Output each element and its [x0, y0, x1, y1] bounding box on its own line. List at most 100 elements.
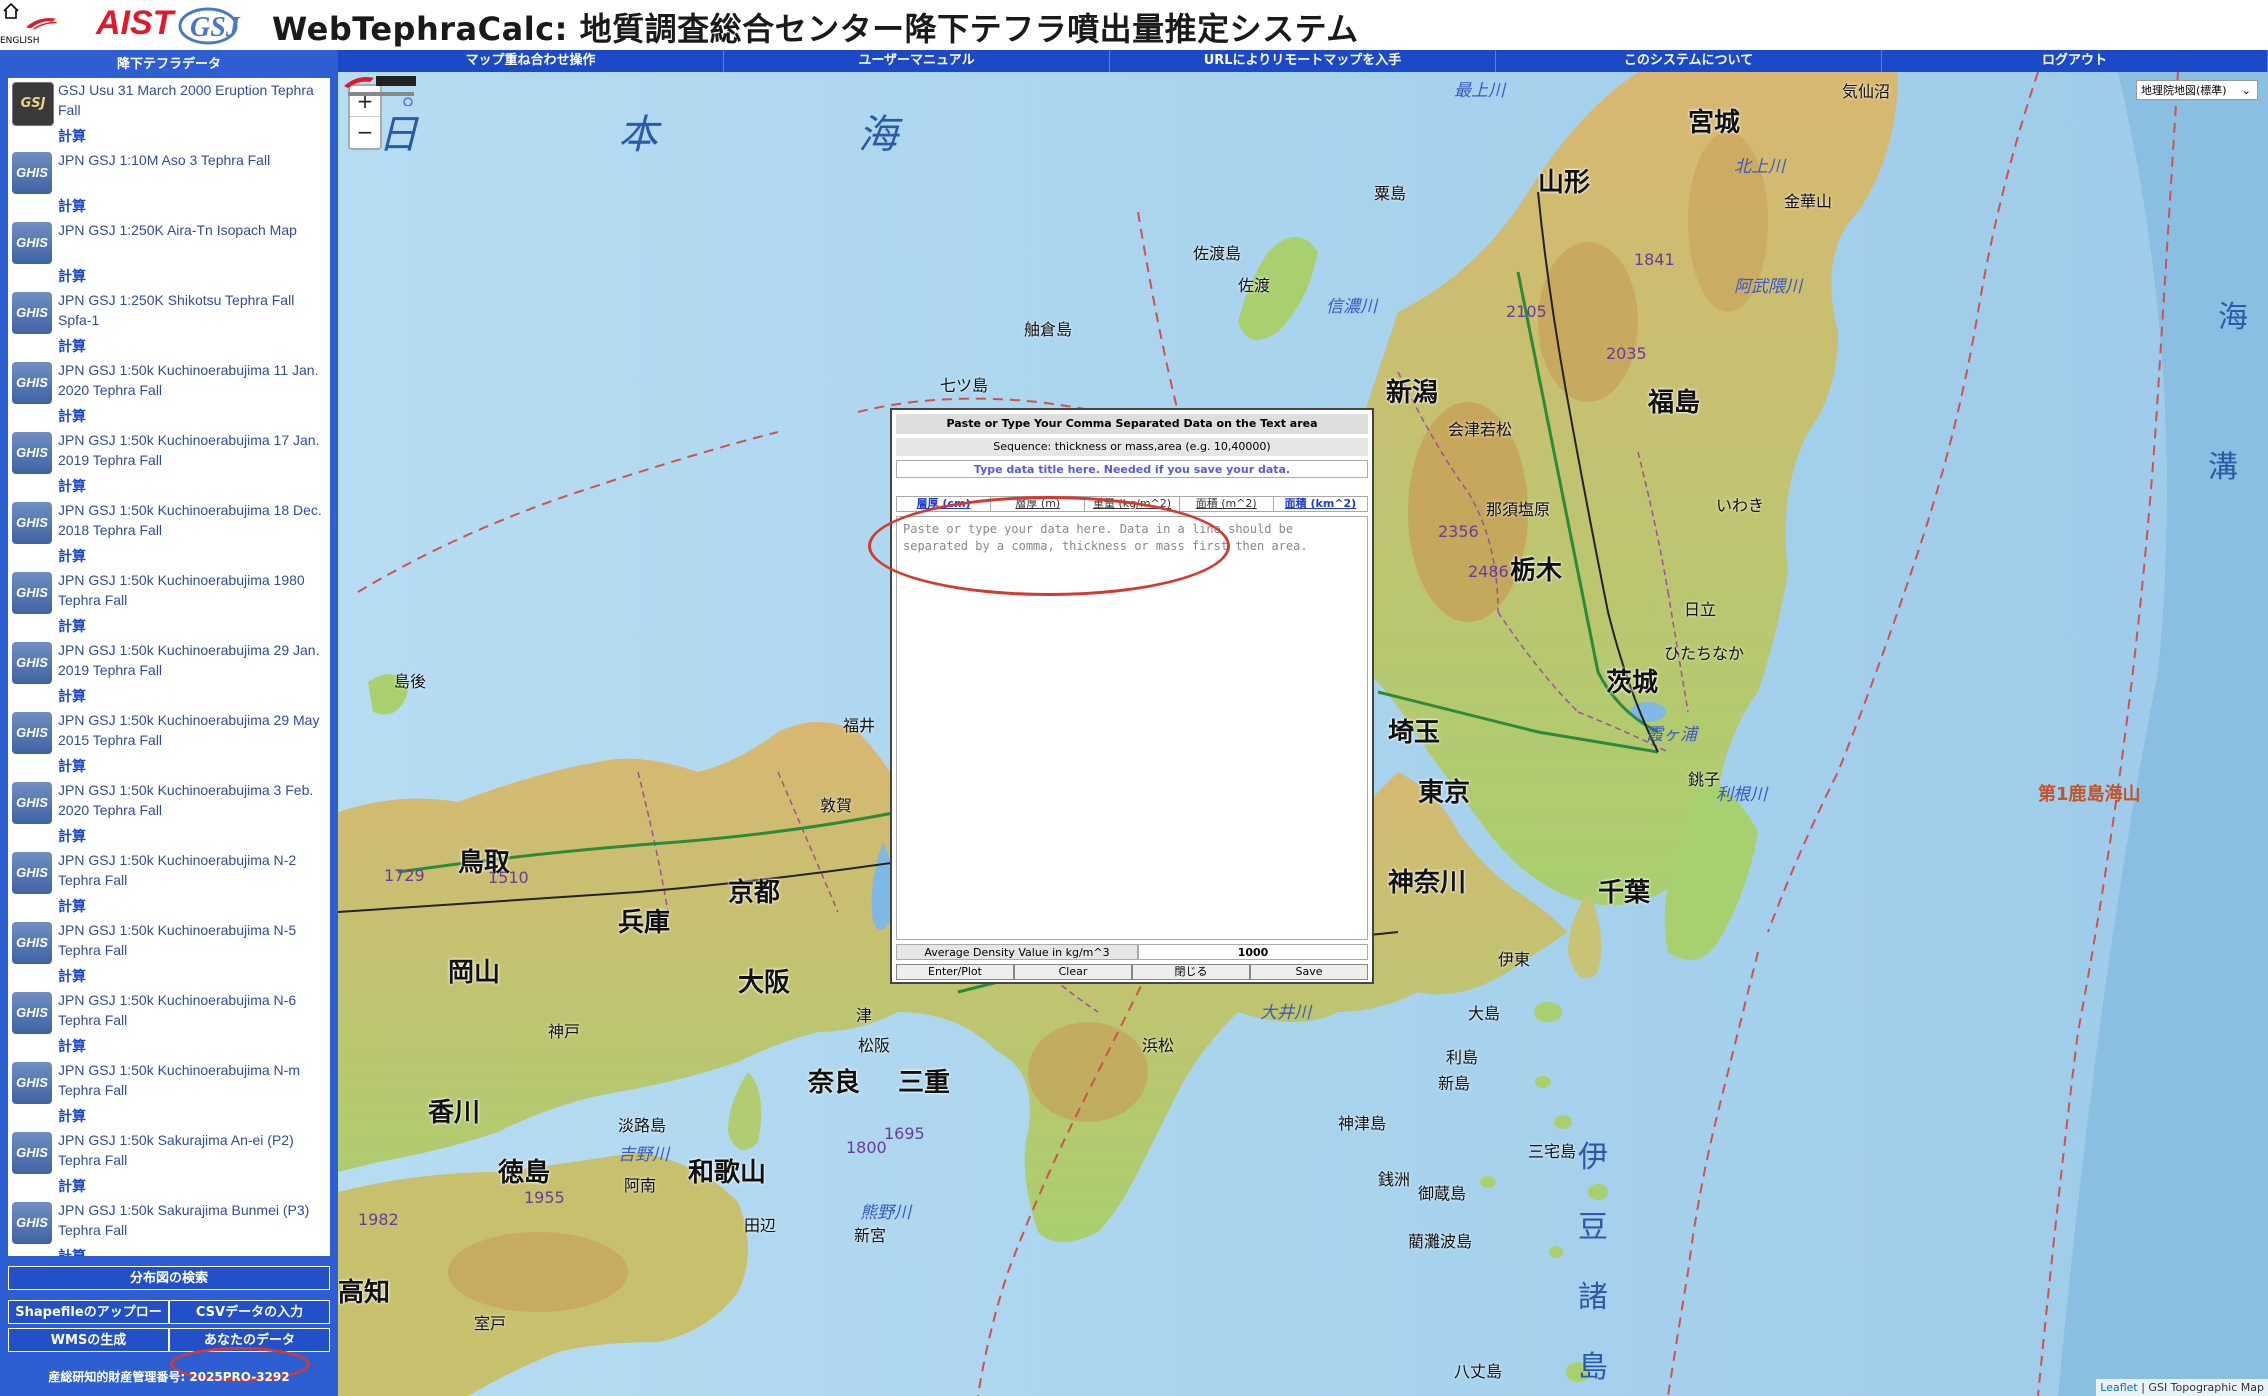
dataset-name-link[interactable]: JPN GSJ 1:50k Kuchinoerabujima N-m Tephr…	[58, 1060, 330, 1100]
place-label: 那須塩原	[1486, 500, 1551, 519]
dataset-name-link[interactable]: GSJ Usu 31 March 2000 Eruption Tephra Fa…	[58, 80, 330, 120]
dataset-item[interactable]: GHIS JPN GSJ 1:50k Kuchinoerabujima 29 Ja…	[8, 638, 330, 708]
dataset-item[interactable]: GHIS JPN GSJ 1:250K Aira-Tn Isopach Map 計算	[8, 218, 330, 288]
dataset-item[interactable]: GHIS JPN GSJ 1:50k Kuchinoerabujima N-m T…	[8, 1058, 330, 1128]
prefecture-label: 千葉	[1598, 878, 1651, 908]
calculate-link[interactable]: 計算	[58, 966, 86, 986]
calculate-link[interactable]: 計算	[58, 336, 86, 356]
dataset-name-link[interactable]: JPN GSJ 1:50k Kuchinoerabujima N-2 Tephr…	[58, 850, 330, 890]
dataset-list[interactable]: GSJ GSJ Usu 31 March 2000 Eruption Tephra…	[8, 78, 330, 1256]
dataset-item[interactable]: GHIS JPN GSJ 1:50k Kuchinoerabujima 11 Ja…	[8, 358, 330, 428]
unit-area-km2[interactable]: 面積 (km^2)	[1274, 497, 1367, 511]
enter-plot-button[interactable]: Enter/Plot	[896, 964, 1014, 980]
calculate-link[interactable]: 計算	[58, 826, 86, 846]
calculate-link[interactable]: 計算	[58, 476, 86, 496]
dataset-name-link[interactable]: JPN GSJ 1:50k Kuchinoerabujima 11 Jan. 2…	[58, 360, 330, 400]
dataset-item[interactable]: GHIS JPN GSJ 1:250K Shikotsu Tephra Fall …	[8, 288, 330, 358]
dataset-item[interactable]: GHIS JPN GSJ 1:50k Sakurajima An-ei (P2) …	[8, 1128, 330, 1198]
nav-user-manual[interactable]: ユーザーマニュアル	[724, 50, 1110, 72]
calculate-link[interactable]: 計算	[58, 896, 86, 916]
home-icon[interactable]	[2, 2, 20, 20]
nav-logout[interactable]: ログアウト	[1882, 50, 2268, 72]
dataset-item[interactable]: GSJ GSJ Usu 31 March 2000 Eruption Tephra…	[8, 78, 330, 148]
dataset-item[interactable]: GHIS JPN GSJ 1:10M Aso 3 Tephra Fall 計算	[8, 148, 330, 218]
dataset-item[interactable]: GHIS JPN GSJ 1:50k Kuchinoerabujima 18 De…	[8, 498, 330, 568]
place-label: 大島	[1468, 1004, 1501, 1023]
river-label: 大井川	[1260, 1003, 1311, 1023]
nav-remote-map-url[interactable]: URLによりリモートマップを入手	[1110, 50, 1496, 72]
sea-label: 海	[858, 112, 898, 158]
calculate-link[interactable]: 計算	[58, 1036, 86, 1056]
calculate-link[interactable]: 計算	[58, 546, 86, 566]
dataset-item[interactable]: GHIS JPN GSJ 1:50k Kuchinoerabujima 3 Feb…	[8, 778, 330, 848]
dataset-item[interactable]: GHIS JPN GSJ 1:50k Kuchinoerabujima 29 Ma…	[8, 708, 330, 778]
place-label: 利島	[1446, 1048, 1479, 1067]
ghis-dataset-icon: GHIS	[12, 922, 52, 964]
shapefile-upload-button[interactable]: Shapefileのアップロード	[8, 1300, 169, 1344]
base-layer-select[interactable]: 地理院地図(標準) ⌄	[2136, 80, 2258, 100]
calculate-link[interactable]: 計算	[58, 756, 86, 776]
dataset-name-link[interactable]: JPN GSJ 1:50k Kuchinoerabujima 18 Dec. 2…	[58, 500, 330, 540]
dataset-item[interactable]: GHIS JPN GSJ 1:50k Kuchinoerabujima N-6 T…	[8, 988, 330, 1058]
calculate-link[interactable]: 計算	[58, 1106, 86, 1126]
dataset-item[interactable]: GHIS JPN GSJ 1:50k Kuchinoerabujima N-2 T…	[8, 848, 330, 918]
ghis-dataset-icon: GHIS	[12, 992, 52, 1034]
mountain-label: 1729	[384, 866, 425, 885]
nav-map-overlay[interactable]: マップ重ね合わせ操作	[338, 50, 724, 72]
dataset-name-link[interactable]: JPN GSJ 1:50k Kuchinoerabujima 29 Jan. 2…	[58, 640, 330, 680]
dataset-name-link[interactable]: JPN GSJ 1:10M Aso 3 Tephra Fall	[58, 150, 330, 170]
sea-label: 海	[2218, 300, 2248, 335]
calculate-link[interactable]: 計算	[58, 1246, 86, 1256]
place-label: 佐渡	[1238, 276, 1271, 295]
prefecture-label: 和歌山	[688, 1158, 767, 1188]
mountain-label: 1841	[1634, 250, 1675, 269]
calculate-link[interactable]: 計算	[58, 406, 86, 426]
calculate-link[interactable]: 計算	[58, 686, 86, 706]
ghis-dataset-icon: GHIS	[12, 1202, 52, 1244]
close-button[interactable]: 閉じる	[1132, 964, 1250, 980]
dataset-name-link[interactable]: JPN GSJ 1:50k Kuchinoerabujima 17 Jan. 2…	[58, 430, 330, 470]
place-label: 福井	[843, 716, 876, 735]
dataset-name-link[interactable]: JPN GSJ 1:250K Aira-Tn Isopach Map	[58, 220, 330, 240]
dataset-item[interactable]: GHIS JPN GSJ 1:50k Sakurajima Bunmei (P3)…	[8, 1198, 330, 1256]
dataset-name-link[interactable]: JPN GSJ 1:50k Kuchinoerabujima N-5 Tephr…	[58, 920, 330, 960]
dataset-name-link[interactable]: JPN GSJ 1:50k Kuchinoerabujima 1980 Teph…	[58, 570, 330, 610]
ghis-dataset-icon: GHIS	[12, 292, 52, 334]
place-label: 淡路島	[618, 1116, 667, 1135]
dataset-name-link[interactable]: JPN GSJ 1:50k Sakurajima Bunmei (P3) Tep…	[58, 1200, 330, 1240]
dataset-item[interactable]: GHIS JPN GSJ 1:50k Kuchinoerabujima N-5 T…	[8, 918, 330, 988]
clear-button[interactable]: Clear	[1014, 964, 1132, 980]
dataset-name-link[interactable]: JPN GSJ 1:50k Kuchinoerabujima N-6 Tephr…	[58, 990, 330, 1030]
search-distribution-button[interactable]: 分布図の検索	[8, 1266, 330, 1290]
dataset-name-link[interactable]: JPN GSJ 1:50k Kuchinoerabujima 3 Feb. 20…	[58, 780, 330, 820]
dataset-item[interactable]: GHIS JPN GSJ 1:50k Kuchinoerabujima 17 Ja…	[8, 428, 330, 498]
gsj-logo-icon[interactable]: GSJ	[176, 2, 266, 46]
your-data-button[interactable]: あなたのデータ	[169, 1328, 330, 1352]
dataset-name-link[interactable]: JPN GSJ 1:250K Shikotsu Tephra Fall Spfa…	[58, 290, 330, 330]
prefecture-label: 神奈川	[1388, 868, 1467, 898]
aist-logo-icon[interactable]	[24, 4, 96, 42]
nav-about[interactable]: このシステムについて	[1496, 50, 1882, 72]
river-label: 北上川	[1734, 157, 1785, 177]
data-title-input[interactable]: Type data title here. Needed if you save…	[896, 460, 1368, 478]
csv-input-button[interactable]: CSVデータの入力	[169, 1300, 330, 1324]
calculate-link[interactable]: 計算	[58, 266, 86, 286]
leaflet-link[interactable]: Leaflet	[2100, 1381, 2137, 1394]
calculate-link[interactable]: 計算	[58, 196, 86, 216]
calculate-link[interactable]: 計算	[58, 126, 86, 146]
ghis-dataset-icon: GHIS	[12, 572, 52, 614]
dialog-title: Paste or Type Your Comma Separated Data …	[896, 414, 1368, 434]
dataset-name-link[interactable]: JPN GSJ 1:50k Kuchinoerabujima 29 May 20…	[58, 710, 330, 750]
dataset-name-link[interactable]: JPN GSJ 1:50k Sakurajima An-ei (P2) Teph…	[58, 1130, 330, 1170]
calculate-link[interactable]: 計算	[58, 1176, 86, 1196]
prefecture-label: 京都	[728, 878, 781, 908]
save-button[interactable]: Save	[1250, 964, 1368, 980]
wms-generate-button[interactable]: WMSの生成	[8, 1328, 169, 1352]
calculate-link[interactable]: 計算	[58, 616, 86, 636]
prefecture-label: 三重	[898, 1068, 951, 1098]
zoom-out-button[interactable]: −	[350, 117, 380, 147]
dataset-item[interactable]: GHIS JPN GSJ 1:50k Kuchinoerabujima 1980 …	[8, 568, 330, 638]
unit-area-m2[interactable]: 面積 (m^2)	[1180, 497, 1274, 511]
ghis-dataset-icon: GHIS	[12, 782, 52, 824]
density-input[interactable]: 1000	[1138, 944, 1368, 960]
